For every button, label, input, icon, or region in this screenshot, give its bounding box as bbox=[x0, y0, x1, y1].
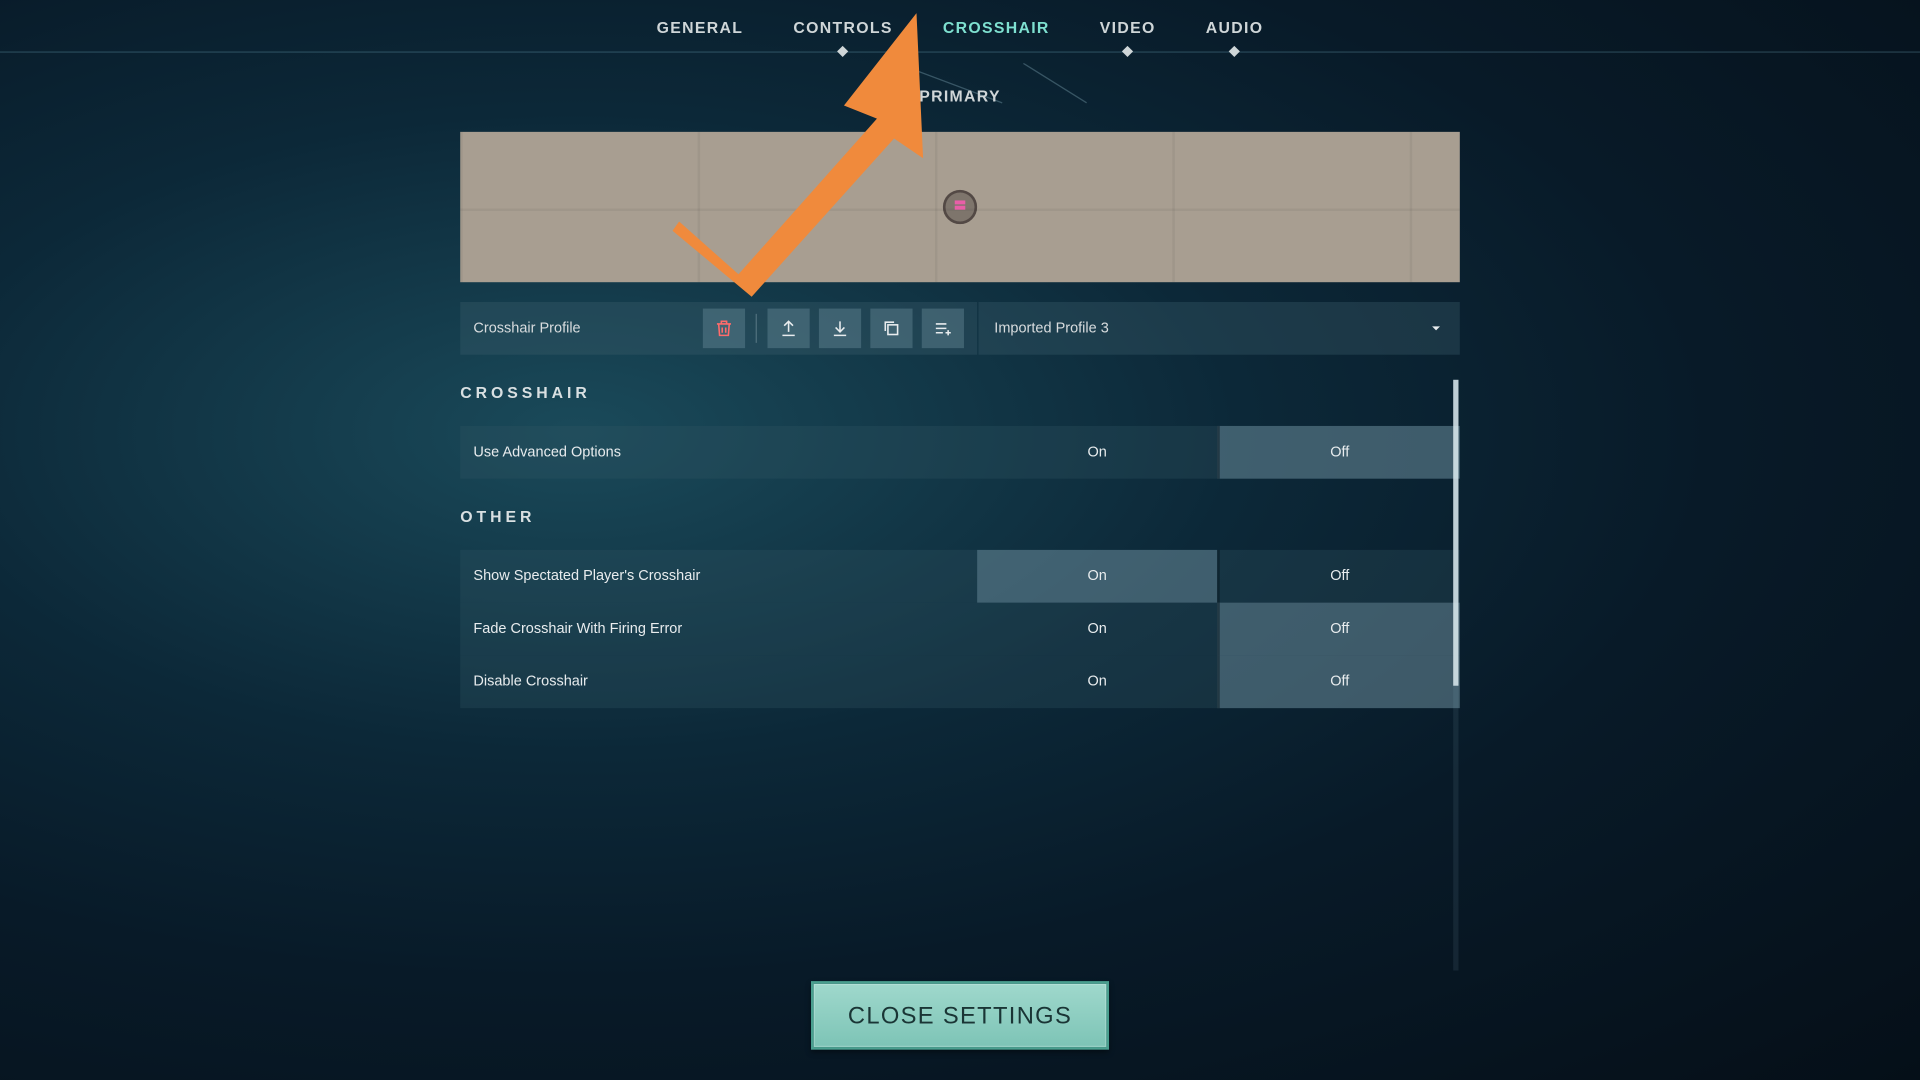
option-on[interactable]: On bbox=[977, 603, 1217, 656]
close-settings-button[interactable]: CLOSE SETTINGS bbox=[811, 981, 1109, 1050]
setting-row: Fade Crosshair With Firing Error On Off bbox=[460, 603, 1460, 656]
setting-label: Show Spectated Player's Crosshair bbox=[460, 550, 977, 603]
subtab-area: PRIMARY bbox=[0, 63, 1920, 126]
tab-label: VIDEO bbox=[1100, 18, 1156, 36]
list-add-icon bbox=[932, 318, 953, 339]
option-on[interactable]: On bbox=[977, 550, 1217, 603]
tab-crosshair[interactable]: CROSSHAIR bbox=[943, 2, 1050, 49]
main-tabs: GENERAL CONTROLS CROSSHAIR VIDEO AUDIO bbox=[0, 0, 1920, 53]
tab-label: GENERAL bbox=[657, 18, 744, 36]
option-off[interactable]: Off bbox=[1217, 603, 1460, 656]
option-off[interactable]: Off bbox=[1217, 550, 1460, 603]
setting-label: Use Advanced Options bbox=[460, 426, 977, 479]
option-off[interactable]: Off bbox=[1217, 426, 1460, 479]
chevron-down-icon bbox=[1428, 320, 1444, 336]
new-profile-button[interactable] bbox=[922, 309, 964, 349]
setting-row: Use Advanced Options On Off bbox=[460, 426, 1460, 479]
crosshair-preview-reticle bbox=[943, 190, 977, 224]
setting-label: Fade Crosshair With Firing Error bbox=[460, 603, 977, 656]
crosshair-preview bbox=[460, 132, 1460, 282]
tab-general[interactable]: GENERAL bbox=[657, 2, 744, 49]
export-profile-button[interactable] bbox=[767, 309, 809, 349]
import-profile-button[interactable] bbox=[819, 309, 861, 349]
section-header-crosshair: CROSSHAIR bbox=[460, 384, 1460, 402]
tab-controls[interactable]: CONTROLS bbox=[793, 2, 892, 49]
setting-row: Disable Crosshair On Off bbox=[460, 655, 1460, 708]
profile-bar: Crosshair Profile Impor bbox=[460, 302, 1460, 355]
copy-profile-button[interactable] bbox=[870, 309, 912, 349]
upload-icon bbox=[778, 318, 799, 339]
scrollbar-thumb[interactable] bbox=[1453, 380, 1458, 686]
option-on[interactable]: On bbox=[977, 426, 1217, 479]
profile-selected-value: Imported Profile 3 bbox=[994, 320, 1109, 336]
tab-audio[interactable]: AUDIO bbox=[1206, 2, 1264, 49]
settings-content: Crosshair Profile Impor bbox=[460, 132, 1460, 708]
option-on[interactable]: On bbox=[977, 655, 1217, 708]
copy-icon bbox=[881, 318, 902, 339]
diamond-icon bbox=[1229, 45, 1240, 56]
section-header-other: OTHER bbox=[460, 508, 1460, 526]
tab-label: AUDIO bbox=[1206, 18, 1264, 36]
tab-label: CROSSHAIR bbox=[943, 18, 1050, 36]
profile-toolbar: Crosshair Profile bbox=[460, 302, 977, 355]
setting-row: Show Spectated Player's Crosshair On Off bbox=[460, 550, 1460, 603]
profile-dropdown[interactable]: Imported Profile 3 bbox=[978, 302, 1459, 355]
tab-label: CONTROLS bbox=[793, 18, 892, 36]
setting-label: Disable Crosshair bbox=[460, 655, 977, 708]
scrollbar[interactable] bbox=[1453, 380, 1458, 971]
delete-profile-button[interactable] bbox=[703, 309, 745, 349]
option-off[interactable]: Off bbox=[1217, 655, 1460, 708]
diamond-icon bbox=[1122, 45, 1133, 56]
separator bbox=[756, 314, 757, 343]
trash-icon bbox=[713, 318, 734, 339]
profile-label: Crosshair Profile bbox=[473, 320, 580, 336]
diamond-icon bbox=[837, 45, 848, 56]
close-button-label: CLOSE SETTINGS bbox=[848, 1002, 1072, 1030]
download-icon bbox=[829, 318, 850, 339]
subtab-primary[interactable]: PRIMARY bbox=[919, 87, 1001, 105]
tab-video[interactable]: VIDEO bbox=[1100, 2, 1156, 49]
